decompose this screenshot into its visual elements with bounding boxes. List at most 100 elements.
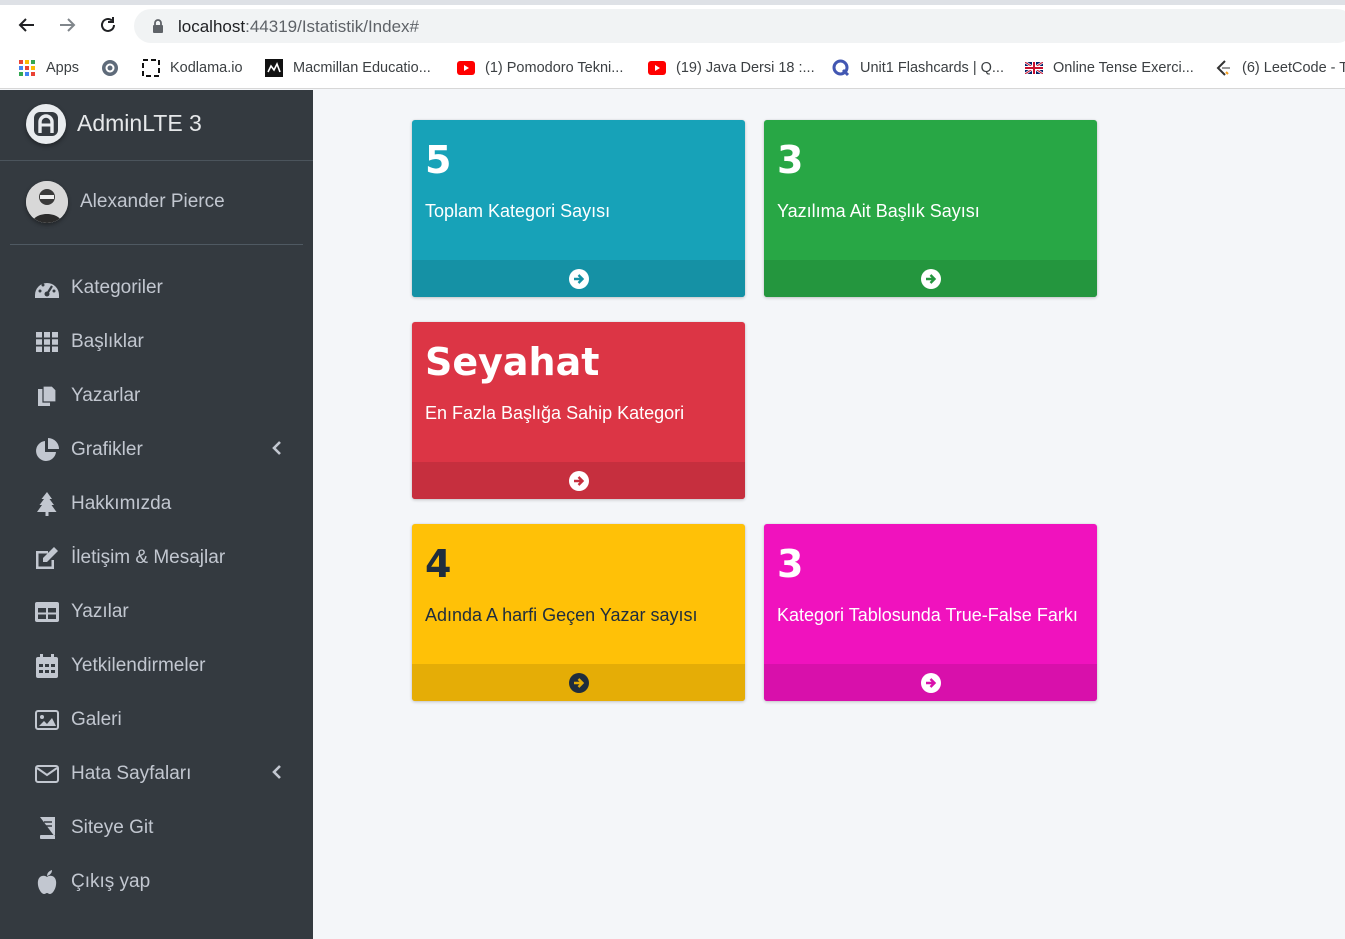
envelope-icon bbox=[34, 762, 60, 786]
sidebar-item-label: Yazılar bbox=[71, 601, 129, 622]
sidebar-item-label: Yetkilendirmeler bbox=[71, 655, 206, 676]
bookmarks-bar: Apps Kodlama.io Macmillan Educatio... (1… bbox=[0, 47, 1345, 89]
box-footer-link[interactable] bbox=[412, 462, 745, 499]
bookmark-tense[interactable]: Online Tense Exerci... bbox=[1025, 57, 1194, 79]
sidebar-item-label: Yazarlar bbox=[71, 385, 141, 406]
box-label: Adında A harfi Geçen Yazar sayısı bbox=[425, 605, 698, 625]
book-icon bbox=[34, 816, 60, 840]
quizlet-icon bbox=[832, 59, 850, 77]
sidebar-item-label: Başlıklar bbox=[71, 331, 144, 352]
sidebar-item-label: Grafikler bbox=[71, 439, 143, 460]
arrow-circle-right-icon bbox=[568, 268, 589, 289]
address-bar[interactable]: localhost:44319/Istatistik/Index# bbox=[134, 9, 1345, 43]
sidebar-item-yazarlar[interactable]: Yazarlar bbox=[8, 371, 305, 421]
bookmark-leetcode[interactable]: (6) LeetCode - T bbox=[1214, 57, 1345, 79]
sidebar-item-cikis-yap[interactable]: Çıkış yap bbox=[8, 857, 305, 907]
small-box-a-harfi-yazar: 4 Adında A harfi Geçen Yazar sayısı bbox=[412, 524, 745, 701]
brand-text: AdminLTE 3 bbox=[77, 110, 202, 136]
small-box-true-false-farki: 3 Kategori Tablosunda True-False Farkı bbox=[764, 524, 1097, 701]
sidebar-item-iletisim[interactable]: İletişim & Mesajlar bbox=[8, 533, 305, 583]
sidebar-item-kategoriler[interactable]: Kategoriler bbox=[8, 263, 305, 313]
adminlte-logo-icon bbox=[26, 104, 66, 144]
sidebar-item-label: Çıkış yap bbox=[71, 871, 151, 892]
kodlama-icon bbox=[142, 59, 160, 77]
bookmark-circle[interactable] bbox=[101, 57, 129, 79]
copy-icon bbox=[34, 384, 60, 408]
sidebar-item-label: Kategoriler bbox=[71, 277, 163, 298]
small-box-kategori-sayisi: 5 Toplam Kategori Sayısı bbox=[412, 120, 745, 297]
browser-toolbar: localhost:44319/Istatistik/Index# bbox=[0, 5, 1345, 47]
avatar bbox=[26, 181, 68, 223]
sidebar-item-hakkimizda[interactable]: Hakkımızda bbox=[8, 479, 305, 529]
bookmark-java[interactable]: (19) Java Dersi 18 :... bbox=[648, 57, 815, 79]
sidebar-item-siteye-git[interactable]: Siteye Git bbox=[8, 803, 305, 853]
box-label: Kategori Tablosunda True-False Farkı bbox=[777, 605, 1078, 625]
forward-button[interactable] bbox=[53, 11, 81, 39]
arrow-circle-right-icon bbox=[920, 672, 941, 693]
leetcode-icon bbox=[1214, 59, 1232, 77]
bookmark-label: (1) Pomodoro Tekni... bbox=[485, 60, 624, 76]
image-icon bbox=[34, 708, 60, 732]
bookmark-label: Kodlama.io bbox=[170, 60, 243, 76]
sidebar-item-hata-sayfalari[interactable]: Hata Sayfaları bbox=[8, 749, 305, 799]
box-value: 3 bbox=[777, 138, 804, 182]
bookmark-label: Macmillan Educatio... bbox=[293, 60, 431, 76]
sidebar-item-basliklar[interactable]: Başlıklar bbox=[8, 317, 305, 367]
sidebar-item-label: Hata Sayfaları bbox=[71, 763, 192, 784]
box-label: Toplam Kategori Sayısı bbox=[425, 201, 611, 221]
small-box-en-fazla-baslik: Seyahat En Fazla Başlığa Sahip Kategori bbox=[412, 322, 745, 499]
grid-icon bbox=[34, 330, 60, 354]
sidebar-item-yazilar[interactable]: Yazılar bbox=[8, 587, 305, 637]
user-panel[interactable]: Alexander Pierce bbox=[10, 161, 303, 245]
back-button[interactable] bbox=[13, 11, 41, 39]
sidebar-item-yetkilendirmeler[interactable]: Yetkilendirmeler bbox=[8, 641, 305, 691]
calendar-icon bbox=[34, 654, 60, 678]
box-value: 3 bbox=[777, 542, 804, 586]
main-sidebar: AdminLTE 3 Alexander Pierce Kategoriler … bbox=[0, 90, 313, 939]
table-icon bbox=[34, 600, 60, 624]
reload-icon bbox=[101, 17, 115, 32]
box-footer-link[interactable] bbox=[412, 260, 745, 297]
pie-chart-icon bbox=[34, 438, 60, 462]
edit-icon bbox=[34, 546, 60, 570]
reload-button[interactable] bbox=[94, 11, 122, 39]
box-footer-link[interactable] bbox=[764, 260, 1097, 297]
macmillan-icon bbox=[265, 59, 283, 77]
bookmark-apps[interactable]: Apps bbox=[18, 57, 79, 79]
box-label: Yazılıma Ait Başlık Sayısı bbox=[777, 201, 980, 221]
bookmark-label: Online Tense Exerci... bbox=[1053, 60, 1194, 76]
youtube-icon bbox=[457, 59, 475, 77]
sidebar-item-label: Hakkımızda bbox=[71, 493, 172, 514]
sidebar-item-grafikler[interactable]: Grafikler bbox=[8, 425, 305, 475]
arrow-right-icon bbox=[60, 18, 76, 32]
box-value: Seyahat bbox=[425, 340, 600, 384]
bookmark-pomodoro[interactable]: (1) Pomodoro Tekni... bbox=[457, 57, 623, 79]
tachometer-icon bbox=[34, 276, 60, 300]
apps-grid-icon bbox=[18, 59, 36, 77]
brand-link[interactable]: AdminLTE 3 bbox=[0, 90, 313, 161]
uk-flag-icon bbox=[1025, 59, 1043, 77]
tree-icon bbox=[34, 492, 60, 516]
bookmark-label: Unit1 Flashcards | Q... bbox=[860, 60, 1004, 76]
chevron-left-icon bbox=[272, 765, 282, 784]
box-label: En Fazla Başlığa Sahip Kategori bbox=[425, 403, 685, 423]
arrow-circle-right-icon bbox=[568, 470, 589, 491]
bookmark-quizlet[interactable]: Unit1 Flashcards | Q... bbox=[832, 57, 1004, 79]
box-value: 5 bbox=[425, 138, 452, 182]
user-name: Alexander Pierce bbox=[80, 191, 225, 212]
box-footer-link[interactable] bbox=[764, 664, 1097, 701]
url-text: localhost:44319/Istatistik/Index# bbox=[178, 17, 419, 36]
sidebar-item-galeri[interactable]: Galeri bbox=[8, 695, 305, 745]
sidebar-item-label: İletişim & Mesajlar bbox=[71, 547, 226, 568]
bookmark-macmillan[interactable]: Macmillan Educatio... bbox=[265, 57, 431, 79]
sidebar-item-label: Siteye Git bbox=[71, 817, 154, 838]
sidebar-item-label: Galeri bbox=[71, 709, 122, 730]
youtube-icon bbox=[648, 59, 666, 77]
bookmark-label: Apps bbox=[46, 60, 80, 76]
circle-logo-icon bbox=[101, 59, 119, 77]
box-value: 4 bbox=[425, 542, 452, 586]
box-footer-link[interactable] bbox=[412, 664, 745, 701]
content-wrapper: 5 Toplam Kategori Sayısı 3 Yazılıma Ait … bbox=[313, 90, 1345, 939]
arrow-left-icon bbox=[18, 18, 34, 32]
bookmark-kodlama[interactable]: Kodlama.io bbox=[142, 57, 243, 79]
